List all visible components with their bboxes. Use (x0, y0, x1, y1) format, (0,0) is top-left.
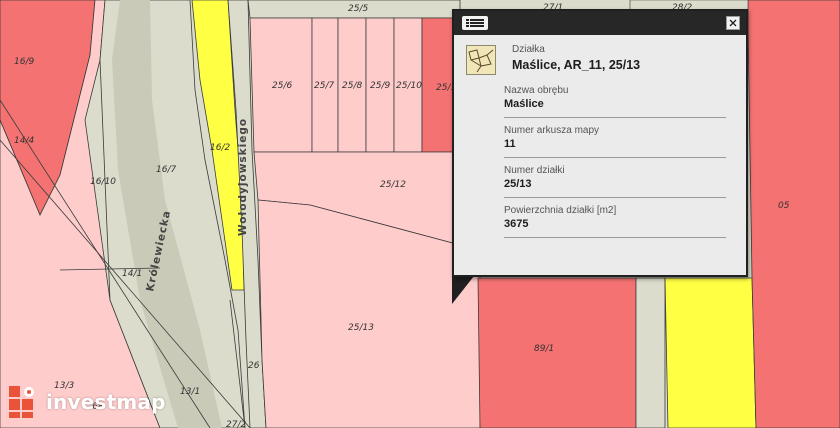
list-icon[interactable] (462, 16, 488, 30)
field-value: 25/13 (504, 178, 532, 190)
parcel-05[interactable] (747, 0, 840, 428)
parcel-label: 14/1 (122, 269, 142, 279)
field-label: Numer arkusza mapy (504, 125, 600, 136)
street-label-wolodyjowskiego: Wołodyjowskiego (237, 118, 249, 236)
parcel-label: 16/10 (90, 177, 116, 187)
parcel-89-1[interactable] (477, 277, 637, 428)
investmap-logo[interactable]: investmap (9, 386, 166, 418)
field-label: Numer działki (504, 165, 565, 176)
parcel-label: 14/4 (14, 136, 34, 146)
feature-type-label: Działka (512, 44, 545, 55)
field-numer-dzialki: Numer działki 25/13 (504, 163, 726, 198)
field-label: Nazwa obrębu (504, 85, 569, 96)
parcel-label: 25/6 (272, 81, 292, 91)
parcel-map-icon (466, 45, 496, 75)
parcel-label: 25/7 (314, 81, 334, 91)
road-right-strip (635, 277, 666, 428)
parcel-label: 16/9 (14, 57, 34, 67)
close-icon[interactable] (726, 16, 740, 30)
parcel-label: 25/13 (348, 323, 374, 333)
parcel-label: 16/7 (156, 165, 176, 175)
investmap-logo-icon (9, 386, 34, 418)
parcel-info-popup: Działka Maślice, AR_11, 25/13 Nazwa obrę… (452, 9, 748, 277)
feature-title: Maślice, AR_11, 25/13 (512, 58, 641, 72)
parcel-label: 89/1 (534, 344, 554, 354)
parcel-label: 25/12 (380, 180, 406, 190)
road-right-yellow (664, 277, 757, 428)
popup-pointer (452, 276, 474, 304)
parcel-label: 16/2 (210, 143, 230, 153)
field-label: Powierzchnia działki [m2] (504, 205, 617, 216)
field-value: Maślice (504, 98, 544, 110)
parcel-label: 25/8 (342, 81, 362, 91)
parcel-label: 27/2 (226, 420, 246, 428)
parcel-label: 25/9 (370, 81, 390, 91)
field-numer-arkusza: Numer arkusza mapy 11 (504, 123, 726, 158)
parcel-label: 13/1 (180, 387, 200, 397)
field-powierzchnia: Powierzchnia działki [m2] 3675 (504, 203, 726, 238)
parcel-label: 26 (248, 361, 260, 371)
field-nazwa-obrebu: Nazwa obrębu Maślice (504, 83, 726, 118)
field-value: 11 (504, 138, 516, 150)
field-value: 3675 (504, 218, 529, 230)
logo-text: investmap (46, 390, 166, 414)
parcel-label: 05 (778, 201, 790, 211)
parcel-label: 25/10 (396, 81, 422, 91)
popup-title-bar (454, 11, 746, 35)
parcel-label: 25/5 (348, 4, 368, 14)
